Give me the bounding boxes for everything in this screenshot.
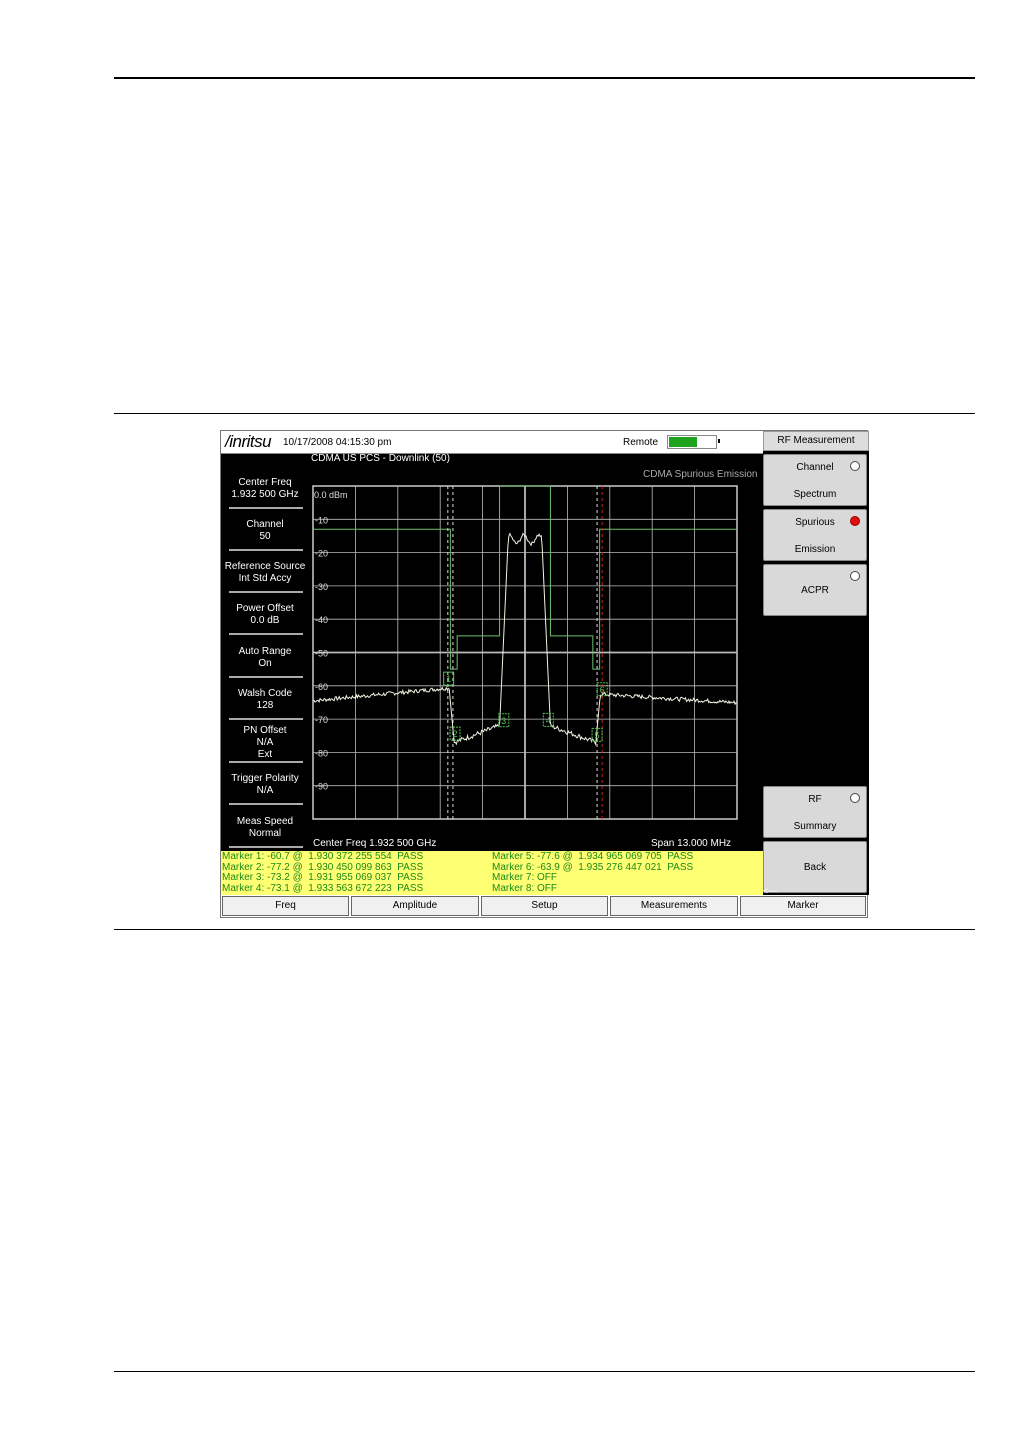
marker-label: 3 xyxy=(501,716,506,726)
spurious-emission-button[interactable]: Spurious Emission xyxy=(763,509,867,561)
y-tick-labels: -10 -20 -30 -40 -50 -60 -70 -80 -90 xyxy=(315,515,328,791)
marker-row-5: Marker 5: -77.6 @ 1.934 965 069 705 PASS xyxy=(492,851,694,862)
marker-menu-button[interactable]: Marker xyxy=(740,896,866,916)
y-tick-label: -40 xyxy=(315,615,328,625)
rf-summary-button[interactable]: RF Summary xyxy=(763,786,867,838)
bottom-rule xyxy=(114,1371,975,1372)
center-freq-label: Center Freq 1.932 500 GHz xyxy=(313,838,437,849)
marker-label: 2 xyxy=(453,729,458,739)
top-rule xyxy=(114,77,975,79)
spectrum-chart: 1 2 3 4 5 6 -10 -20 -30 -40 -50 -60 -70 -80 -90 xyxy=(312,485,738,820)
main-menu-bar: Freq Amplitude Setup Measurements Marker xyxy=(221,895,867,917)
y-tick-label: -20 xyxy=(315,549,328,559)
y-tick-label: -70 xyxy=(315,715,328,725)
setup-menu-button[interactable]: Setup xyxy=(481,896,608,916)
radio-on-icon xyxy=(850,516,860,526)
marker-label: 1 xyxy=(446,674,451,684)
marker-row-8: Marker 8: OFF xyxy=(492,882,558,894)
y-tick-label: -50 xyxy=(315,649,328,659)
amplitude-menu-button[interactable]: Amplitude xyxy=(351,896,479,916)
y-tick-label: -30 xyxy=(315,582,328,592)
marker-table: Marker 1: -60.7 @ 1.930 372 255 554 PASS… xyxy=(221,851,763,895)
y-tick-label: -90 xyxy=(315,782,328,792)
marker-row-3: Marker 3: -73.2 @ 1.931 955 069 037 PASS xyxy=(222,872,424,883)
channel-spectrum-button[interactable]: Channel Spectrum xyxy=(763,454,867,506)
marker-row-7: Marker 7: OFF xyxy=(492,872,558,883)
reference-level-label: 0.0 dBm xyxy=(314,490,348,500)
figure-top-rule xyxy=(114,413,975,414)
soft-key-panel: RF Measurement Channel Spectrum Spurious… xyxy=(763,431,869,896)
marker-row-4: Marker 4: -73.1 @ 1.933 563 672 223 PASS xyxy=(222,882,424,894)
acpr-button[interactable]: ACPR xyxy=(763,564,867,616)
radio-off-icon xyxy=(850,793,860,803)
marker-label: 6 xyxy=(600,685,605,695)
y-tick-label: -10 xyxy=(315,515,328,525)
back-button[interactable]: Back xyxy=(763,841,867,893)
measurements-menu-button[interactable]: Measurements xyxy=(610,896,738,916)
y-tick-label: -80 xyxy=(315,748,328,758)
figure-bottom-rule xyxy=(114,929,975,930)
y-tick-label: -60 xyxy=(315,682,328,692)
radio-off-icon xyxy=(850,571,860,581)
menu-title: RF Measurement xyxy=(763,431,869,451)
marker-label: 4 xyxy=(546,715,551,725)
marker-row-1: Marker 1: -60.7 @ 1.930 372 255 554 PASS xyxy=(222,851,424,862)
radio-off-icon xyxy=(850,461,860,471)
marker-label: 5 xyxy=(595,730,600,740)
instrument-screen: /inritsu 10/17/2008 04:15:30 pm Remote C… xyxy=(220,430,869,918)
span-label: Span 13.000 MHz xyxy=(651,838,732,849)
freq-menu-button[interactable]: Freq xyxy=(222,896,349,916)
